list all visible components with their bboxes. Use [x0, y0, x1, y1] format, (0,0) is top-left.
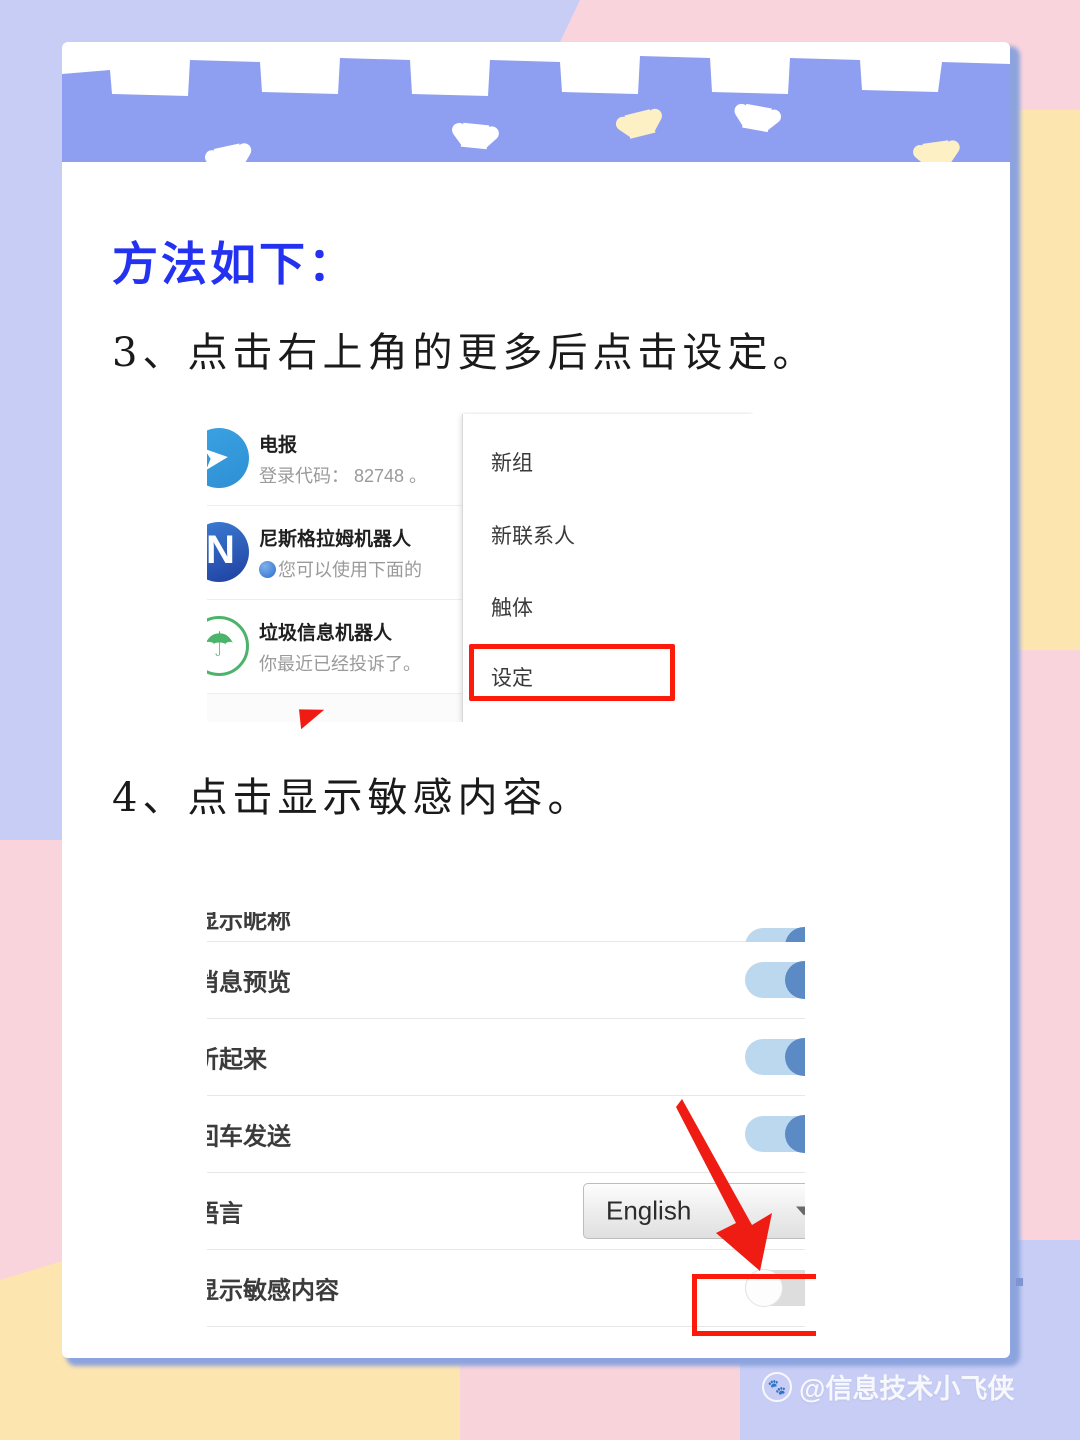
chat-list-item[interactable]: ☂ 垃圾信息机器人 你最近已经投诉了。 [207, 600, 469, 694]
settings-row-show-nickname[interactable]: 显示昵称 [207, 912, 805, 965]
chat-name: 垃圾信息机器人 [259, 623, 393, 644]
baidu-paw-icon: 🐾 [762, 1371, 792, 1402]
chat-list: ➤ 电报 登录代码： 82748 。 N 尼斯格拉姆机器人 您可以使用下面的 ☂… [207, 412, 469, 722]
chat-list-item[interactable]: N 尼斯格拉姆机器人 您可以使用下面的 [207, 506, 469, 600]
settings-row-label: 听起来 [207, 1046, 267, 1074]
sensitive-toggle-highlight-box [692, 1274, 816, 1336]
settings-row-message-preview[interactable]: 消息预览 [207, 942, 805, 1019]
watermark-text: @信息技术小飞侠 [799, 1374, 1015, 1404]
settings-row-label: 显示昵称 [207, 912, 291, 934]
menu-item-new-group[interactable]: 新组 [491, 447, 533, 477]
toggle-switch[interactable] [745, 1038, 805, 1076]
chat-message: 你最近已经投诉了。 [259, 654, 421, 674]
step-4-text: 4、点击显示敏感内容。 [112, 775, 593, 821]
settings-row-label: 消息预览 [207, 969, 291, 997]
chat-list-item[interactable]: ➤ 电报 登录代码： 82748 。 [207, 412, 469, 506]
red-arrow-to-sensitive-toggle [676, 1099, 772, 1271]
toggle-knob [785, 1038, 805, 1076]
chevron-down-icon [796, 1206, 805, 1216]
page-title: 方法如下： [112, 237, 357, 291]
toggle-switch[interactable] [745, 961, 805, 999]
settings-row-label: 显示敏感内容 [207, 1277, 339, 1305]
spam-bot-icon: ☂ [207, 616, 249, 676]
watermark: 🐾 @信息技术小飞侠 [762, 1367, 1014, 1406]
chat-message-text: 您可以使用下面的 [278, 560, 422, 580]
chat-name: 电报 [259, 435, 298, 456]
settings-highlight-box [469, 644, 675, 701]
settings-row-label: 回车发送 [207, 1123, 291, 1151]
red-arrow-to-settings [299, 706, 326, 730]
menu-item-new-contact[interactable]: 新联系人 [491, 520, 575, 550]
chat-name: 尼斯格拉姆机器人 [259, 529, 412, 550]
settings-row-sound[interactable]: 听起来 [207, 1019, 805, 1096]
toggle-knob [785, 1115, 805, 1153]
toggle-knob [785, 961, 805, 999]
telegram-plane-icon: ➤ [207, 428, 249, 488]
step-3-text: 3、点击右上角的更多后点击设定。 [112, 330, 818, 376]
settings-row-label: 语言 [207, 1200, 243, 1228]
screenshot-chat-menu: ➤ 电报 登录代码： 82748 。 N 尼斯格拉姆机器人 您可以使用下面的 ☂… [207, 412, 753, 722]
menu-item-contacts[interactable]: 触体 [491, 592, 533, 622]
overflow-menu: 新组 新联系人 触体 设定 [462, 414, 753, 722]
chat-message: 登录代码： 82748 。 [259, 466, 428, 486]
blue-dot-icon [259, 561, 276, 578]
page-corner-mark [1016, 1278, 1023, 1286]
nicegram-bot-icon: N [207, 522, 249, 582]
chat-message: 您可以使用下面的 [259, 556, 422, 582]
